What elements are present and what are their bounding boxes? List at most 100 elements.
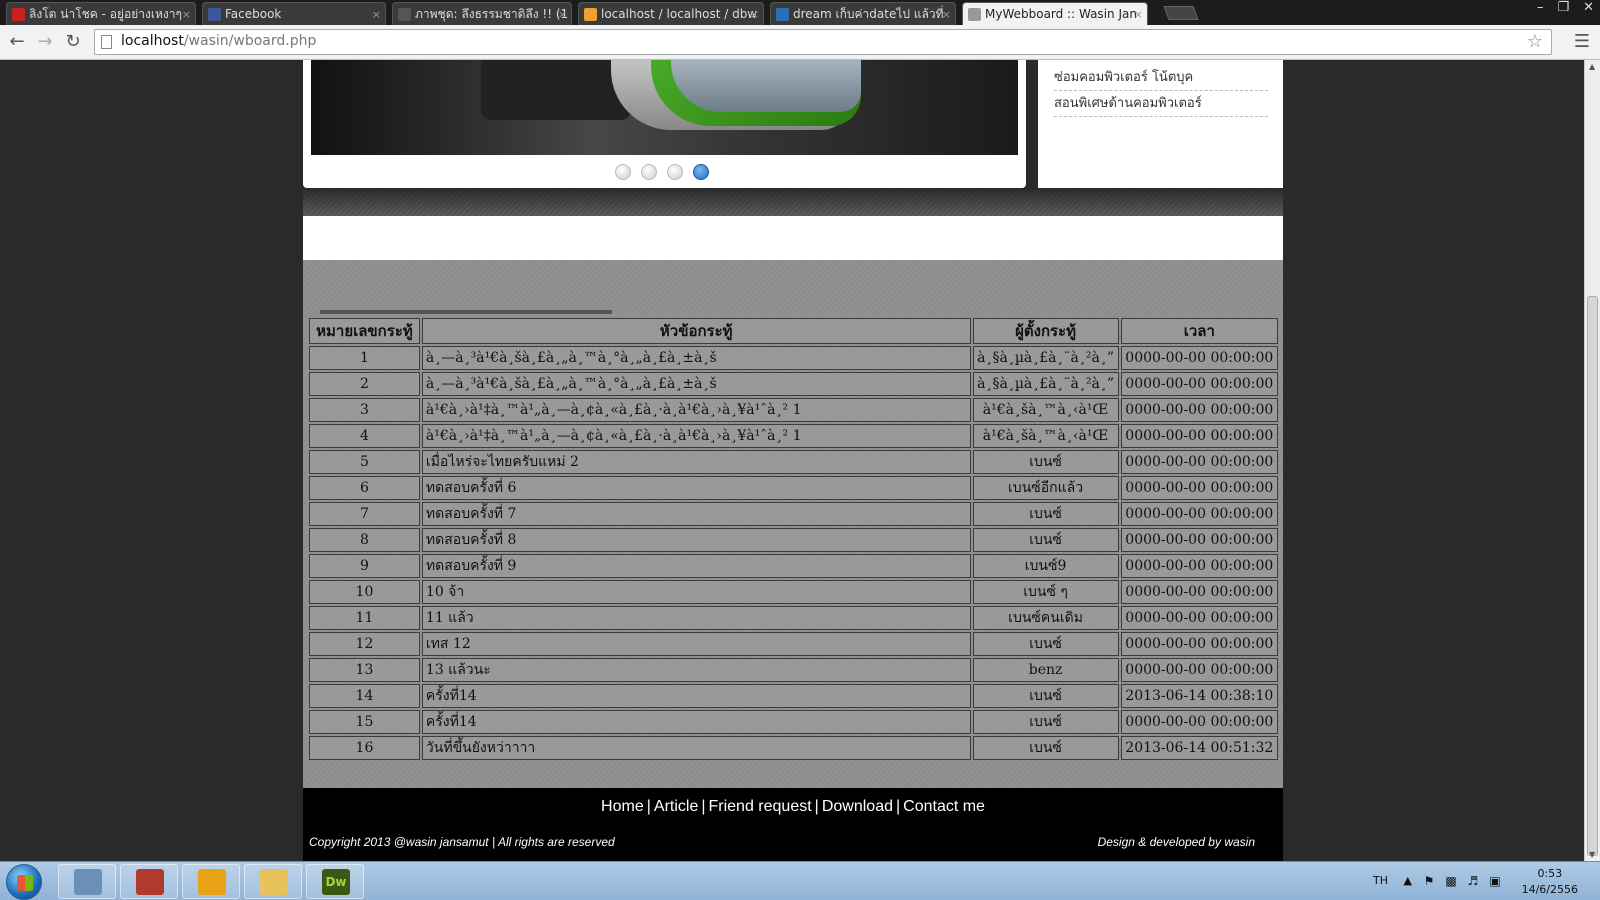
browser-tab[interactable]: ลิงโต น่าโชค - อยู่อย่างเหงาๆ × — [6, 2, 196, 25]
post-time-cell: 0000-00-00 00:00:00 — [1120, 372, 1278, 396]
footer-nav-separator: | — [646, 798, 651, 815]
forward-icon[interactable]: → — [34, 31, 56, 53]
footer-nav-separator: | — [895, 798, 901, 815]
reload-icon[interactable]: ↻ — [62, 31, 84, 53]
post-time-cell: 0000-00-00 00:00:00 — [1120, 606, 1278, 630]
post-title-cell[interactable]: ทดสอบครั้งที่ 6 — [421, 476, 971, 500]
table-row[interactable]: 14 ครั้งที่14 เบนซ์ 2013-06-14 00:38:10 — [309, 684, 1278, 708]
browser-tab[interactable]: dream เก็บค่าdateไป แล้วที่ × — [770, 2, 956, 25]
network-icon[interactable]: ▩ — [1444, 874, 1458, 888]
footer-link[interactable]: Article — [654, 798, 698, 815]
clock[interactable]: 0:53 14/6/2556 — [1522, 866, 1578, 898]
browser-tab[interactable]: Facebook × — [202, 2, 386, 25]
post-title-cell[interactable]: à¹€à¸›à¹‡à¸™à¹„à¸—à¸¢à¸«à¸£à¸·à¸­à¹€à¸›à… — [421, 424, 971, 448]
table-row[interactable]: 1 à¸—à¸³à¹€à¸šà¸£à¸„à¸™à¸°à¸„à¸£à¸±à¸š à¸§… — [309, 346, 1278, 370]
sidebar-link-tutoring[interactable]: สอนพิเศษด้านคอมพิวเตอร์ — [1054, 90, 1268, 117]
scroll-down-icon[interactable]: ▼ — [1589, 850, 1595, 859]
post-title-cell[interactable]: เมื่อไหร่จะไทยครับแหม่ 2 — [421, 450, 971, 474]
table-row[interactable]: 12 เทส 12 เบนซ์ 0000-00-00 00:00:00 — [309, 632, 1278, 656]
language-indicator[interactable]: TH — [1373, 874, 1388, 887]
tab-close-icon[interactable]: × — [750, 3, 759, 25]
chrome-menu-icon[interactable]: ☰ — [1574, 31, 1590, 52]
table-row[interactable]: 16 วันที่ขึ้นยังหว่าาาา เบนซ์ 2013-06-14 00… — [309, 736, 1278, 760]
new-tab-button[interactable] — [1163, 6, 1199, 20]
footer-link[interactable]: Download — [822, 798, 893, 815]
post-id-cell: 7 — [309, 502, 420, 526]
tab-close-icon[interactable]: × — [942, 3, 951, 25]
post-title-cell[interactable]: ทดสอบครั้งที่ 9 — [421, 554, 971, 578]
post-title-cell[interactable]: à¹€à¸›à¹‡à¸™à¹„à¸—à¸¢à¸«à¸£à¸·à¸­à¹€à¸›à… — [421, 398, 971, 422]
page-viewport: ซ่อมคอมพิวเตอร์ โน้ตบุค สอนพิเศษด้านคอมพ… — [0, 60, 1584, 861]
game-app-button[interactable] — [120, 864, 178, 899]
restore-icon[interactable]: ❐ — [1557, 0, 1569, 18]
slider-dot[interactable] — [641, 164, 657, 180]
column-header-id: หมายเลขกระทู้ — [309, 318, 420, 344]
post-title-cell[interactable]: วันที่ขึ้นยังหว่าาาา — [421, 736, 971, 760]
tray-expand-icon[interactable]: ▲ — [1404, 874, 1412, 887]
post-title-cell[interactable]: ครั้งที่14 — [421, 710, 971, 734]
table-row[interactable]: 6 ทดสอบครั้งที่ 6 เบนซ์อีกแล้ว 0000-00-00 0… — [309, 476, 1278, 500]
slider-image — [311, 60, 1018, 155]
table-row[interactable]: 2 à¸—à¸³à¹€à¸šà¸£à¸„à¸™à¸°à¸„à¸£à¸±à¸š à¸§… — [309, 372, 1278, 396]
posts-table: หมายเลขกระทู้ หัวข้อกระทู้ ผู้ตั้งกระทู้… — [307, 316, 1280, 762]
post-title-cell[interactable]: 10 จ้า — [421, 580, 971, 604]
browser-toolbar: ← → ↻ localhost/wasin/wboard.php ☆ ☰ — [0, 25, 1600, 60]
tab-close-icon[interactable]: × — [1134, 3, 1143, 25]
post-title-cell[interactable]: ทดสอบครั้งที่ 8 — [421, 528, 971, 552]
calculator-app-button[interactable] — [58, 864, 116, 899]
table-row[interactable]: 9 ทดสอบครั้งที่ 9 เบนซ์9 0000-00-00 00:00:0… — [309, 554, 1278, 578]
post-title-cell[interactable]: เทส 12 — [421, 632, 971, 656]
clock-date: 14/6/2556 — [1521, 883, 1578, 896]
post-title-cell[interactable]: à¸—à¸³à¹€à¸šà¸£à¸„à¸™à¸°à¸„à¸£à¸±à¸š — [421, 346, 971, 370]
post-title-cell[interactable]: 11 แล้ว — [421, 606, 971, 630]
chrome-app-button[interactable] — [182, 864, 240, 899]
slider-dot[interactable] — [667, 164, 683, 180]
table-row[interactable]: 15 ครั้งที่14 เบนซ์ 0000-00-00 00:00:00 — [309, 710, 1278, 734]
browser-tab[interactable]: ภาพชุด: ลึงธรรมชาติลึง !! (1 × — [392, 2, 572, 25]
tab-close-icon[interactable]: × — [372, 3, 381, 25]
post-title-cell[interactable]: ทดสอบครั้งที่ 7 — [421, 502, 971, 526]
table-row[interactable]: 4 à¹€à¸›à¹‡à¸™à¹„à¸—à¸¢à¸«à¸£à¸·à¸­à¹€à¸›… — [309, 424, 1278, 448]
explorer-app-button[interactable] — [244, 864, 302, 899]
slider-dot[interactable] — [615, 164, 631, 180]
slider-dot[interactable] — [693, 164, 709, 180]
footer-link[interactable]: Friend request — [709, 798, 812, 815]
post-title-cell[interactable]: 13 แล้วนะ — [421, 658, 971, 682]
table-row[interactable]: 8 ทดสอบครั้งที่ 8 เบนซ์ 0000-00-00 00:00:00 — [309, 528, 1278, 552]
white-band — [303, 216, 1283, 260]
post-id-cell: 12 — [309, 632, 420, 656]
table-row[interactable]: 13 13 แล้วนะ benz 0000-00-00 00:00:00 — [309, 658, 1278, 682]
volume-icon[interactable]: ♬ — [1466, 874, 1480, 888]
sidebar-link-repair[interactable]: ซ่อมคอมพิวเตอร์ โน้ตบุค — [1054, 64, 1268, 91]
footer-link[interactable]: Home — [601, 798, 644, 815]
scroll-up-icon[interactable]: ▲ — [1589, 62, 1595, 71]
vertical-scrollbar[interactable]: ▲ ▼ — [1584, 60, 1600, 861]
address-bar[interactable]: localhost/wasin/wboard.php ☆ — [94, 29, 1552, 55]
table-row[interactable]: 10 10 จ้า เบนซ์ ๆ 0000-00-00 00:00:00 — [309, 580, 1278, 604]
browser-tab[interactable]: MyWebboard :: Wasin Jan × — [962, 2, 1148, 25]
post-time-cell: 0000-00-00 00:00:00 — [1120, 580, 1278, 604]
close-icon[interactable]: ✕ — [1583, 0, 1594, 18]
post-title-cell[interactable]: ครั้งที่14 — [421, 684, 971, 708]
action-center-icon[interactable]: ⚑ — [1422, 874, 1436, 888]
table-row[interactable]: 7 ทดสอบครั้งที่ 7 เบนซ์ 0000-00-00 00:00:00 — [309, 502, 1278, 526]
table-row[interactable]: 11 11 แล้ว เบนซ์คนเดิม 0000-00-00 00:00:00 — [309, 606, 1278, 630]
scroll-thumb[interactable] — [1587, 296, 1598, 856]
dreamweaver-app-button[interactable]: Dw — [306, 864, 364, 899]
back-icon[interactable]: ← — [6, 31, 28, 53]
youtube-icon — [12, 8, 25, 21]
bookmark-star-icon[interactable]: ☆ — [1527, 31, 1543, 52]
table-row[interactable]: 3 à¹€à¸›à¹‡à¸™à¹„à¸—à¸¢à¸«à¸£à¸·à¸­à¹€à¸›… — [309, 398, 1278, 422]
post-title-cell[interactable]: à¸—à¸³à¹€à¸šà¸£à¸„à¸™à¸°à¸„à¸£à¸±à¸š — [421, 372, 971, 396]
minimize-icon[interactable]: – — [1537, 0, 1544, 18]
table-row[interactable]: 5 เมื่อไหร่จะไทยครับแหม่ 2 เบนซ์ 0000-00-00… — [309, 450, 1278, 474]
tab-close-icon[interactable]: × — [558, 3, 567, 25]
footer-link[interactable]: Contact me — [903, 798, 985, 815]
tab-close-icon[interactable]: × — [182, 3, 191, 25]
start-button[interactable] — [6, 864, 42, 900]
display-icon[interactable]: ▣ — [1488, 874, 1502, 888]
post-time-cell: 2013-06-14 00:51:32 — [1120, 736, 1278, 760]
browser-tab[interactable]: localhost / localhost / dbw × — [578, 2, 764, 25]
game-app-icon — [136, 869, 164, 895]
page-icon — [101, 35, 112, 49]
